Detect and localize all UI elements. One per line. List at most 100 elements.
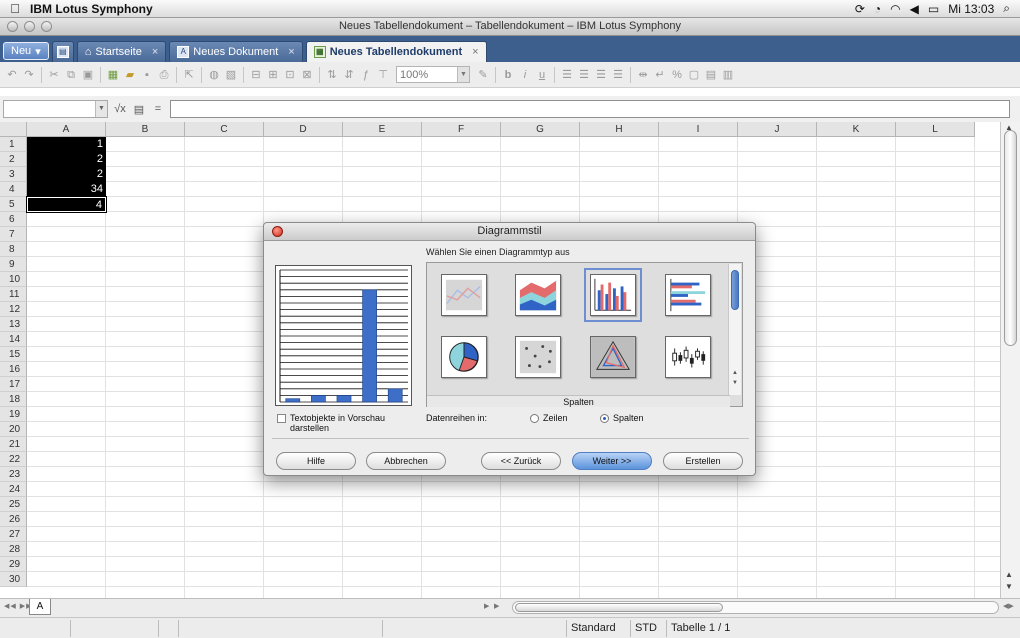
wrap-text-icon[interactable]: ↵ [652,67,668,83]
chart-type-scroll-thumb[interactable] [731,270,739,310]
row-header-28[interactable]: 28 [0,542,27,557]
horizontal-scroll-thumb[interactable] [515,603,723,612]
row-header-2[interactable]: 2 [0,152,27,167]
italic-icon[interactable]: i [517,67,533,83]
row-header-23[interactable]: 23 [0,467,27,482]
scroll-down-icon[interactable]: ▼ [1005,582,1013,591]
app-name[interactable]: IBM Lotus Symphony [30,2,153,16]
paste-icon[interactable]: ▣ [80,67,96,83]
brush-icon[interactable]: ✎ [475,67,491,83]
scroll-left-icon[interactable]: ▶ [484,602,489,610]
time-machine-icon[interactable]: ◔ [874,2,881,16]
tab-startseite[interactable]: ⌂ Startseite × [76,41,167,62]
font-color-icon[interactable]: ▥ [720,67,736,83]
next-button[interactable]: Weiter >> [572,452,652,470]
sum-function-icon[interactable]: √x [113,103,127,115]
globe-icon[interactable]: ◍ [206,67,222,83]
row-header-11[interactable]: 11 [0,287,27,302]
row-header-8[interactable]: 8 [0,242,27,257]
row-header-30[interactable]: 30 [0,572,27,587]
row-header-5[interactable]: 5 [0,197,27,212]
function-icon[interactable]: ƒ [358,67,374,83]
search-icon[interactable]: ⌕ [1003,1,1010,16]
row-header-15[interactable]: 15 [0,347,27,362]
align-left-icon[interactable]: ☰ [559,67,575,83]
chart-type-bar[interactable] [665,274,711,316]
row-header-9[interactable]: 9 [0,257,27,272]
justify-icon[interactable]: ☰ [610,67,626,83]
close-icon[interactable]: × [152,46,158,58]
cell-a5[interactable]: 4 [26,196,107,213]
column-header-a[interactable]: A [27,122,106,137]
chart-type-scatter[interactable] [515,336,561,378]
row-header-20[interactable]: 20 [0,422,27,437]
create-button[interactable]: Erstellen [663,452,743,470]
row-header-19[interactable]: 19 [0,407,27,422]
radio-rows[interactable]: Zeilen [530,413,568,423]
scroll-up-icon[interactable]: ▲ [1005,570,1013,579]
chart-type-scrollbar[interactable]: ▲ ▼ [728,264,741,395]
number-format-icon[interactable]: % [669,67,685,83]
export-icon[interactable]: ⇱ [181,67,197,83]
tab-neues-tabellendokument[interactable]: ▦ Neues Tabellendokument × [305,41,487,62]
row-header-17[interactable]: 17 [0,377,27,392]
apple-icon[interactable]:  [0,1,30,16]
column-header-k[interactable]: K [817,122,896,137]
radio-button[interactable] [530,413,539,423]
chart-type-line[interactable] [441,274,487,316]
copy-icon[interactable]: ⧉ [63,67,79,83]
tab-overview[interactable]: ▤ [51,41,74,62]
close-icon[interactable]: × [472,46,478,58]
filter-icon[interactable]: ⊤ [375,67,391,83]
delete-column-icon[interactable]: ⊠ [299,67,315,83]
clock[interactable]: Mi 13:03 [948,2,994,16]
new-document-icon[interactable]: ▦ [105,67,121,83]
volume-icon[interactable]: ◀ [910,2,919,16]
border-icon[interactable]: ▢ [686,67,702,83]
scroll-right-icon[interactable]: ▶ [494,602,499,610]
row-header-6[interactable]: 6 [0,212,27,227]
sheet-tab[interactable]: A [29,599,51,615]
formula-input[interactable] [170,100,1010,118]
chevron-down-icon[interactable]: ▼ [95,101,107,117]
row-header-12[interactable]: 12 [0,302,27,317]
wifi-icon[interactable]: ◠ [890,2,900,16]
zoom-window-button[interactable] [41,21,52,32]
minimize-window-button[interactable] [24,21,35,32]
row-header-14[interactable]: 14 [0,332,27,347]
row-header-25[interactable]: 25 [0,497,27,512]
insert-row-icon[interactable]: ⊟ [248,67,264,83]
cancel-button[interactable]: Abbrechen [366,452,446,470]
close-dialog-button[interactable] [272,226,283,237]
column-header-b[interactable]: B [106,122,185,137]
row-header-18[interactable]: 18 [0,392,27,407]
row-header-10[interactable]: 10 [0,272,27,287]
preview-text-checkbox[interactable]: Textobjekte in Vorschau darstellen [277,413,405,433]
column-header-c[interactable]: C [185,122,264,137]
chart-type-area[interactable] [515,274,561,316]
radio-button-selected[interactable] [600,413,609,423]
background-color-icon[interactable]: ▤ [703,67,719,83]
row-header-27[interactable]: 27 [0,527,27,542]
column-header-j[interactable]: J [738,122,817,137]
battery-icon[interactable]: ▭ [928,2,939,16]
cell-a2[interactable]: 2 [27,152,106,167]
scroll-up-icon[interactable]: ▲ [732,370,738,376]
status-page-style[interactable]: Standard [566,620,630,637]
cell-a1[interactable]: 1 [27,137,106,152]
row-header-7[interactable]: 7 [0,227,27,242]
cell-a3[interactable]: 2 [27,167,106,182]
vertical-scrollbar[interactable]: ▲ ▲ ▼ [1000,122,1020,598]
row-header-16[interactable]: 16 [0,362,27,377]
select-all-corner[interactable] [0,122,27,137]
cut-icon[interactable]: ✂ [46,67,62,83]
row-header-3[interactable]: 3 [0,167,27,182]
name-box[interactable]: ▼ [3,100,108,118]
column-header-i[interactable]: I [659,122,738,137]
radio-columns[interactable]: Spalten [600,413,644,423]
horizontal-scrollbar[interactable] [512,601,999,614]
help-button[interactable]: Hilfe [276,452,356,470]
back-button[interactable]: << Zurück [481,452,561,470]
chart-type-list[interactable]: ▲ ▼ Spalten [426,262,743,407]
column-header-l[interactable]: L [896,122,975,137]
